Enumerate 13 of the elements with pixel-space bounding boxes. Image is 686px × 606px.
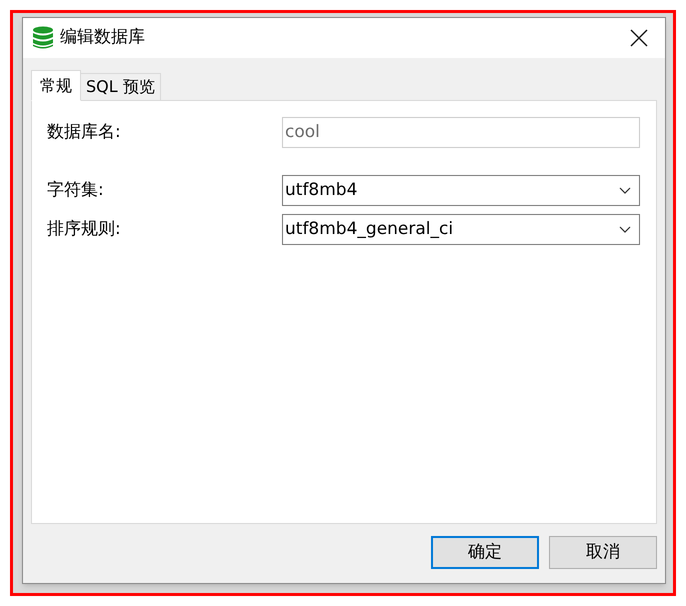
dropdown[interactable]: utf8mb4_general_ci — [282, 214, 640, 245]
dropdown[interactable]: utf8mb4 — [282, 175, 640, 206]
field-label: 排序规则: — [47, 218, 122, 241]
field-label: 数据库名: — [47, 120, 122, 144]
dialog-button[interactable]: 确定 — [431, 536, 539, 569]
chevron-down-icon — [619, 226, 631, 233]
database-icon — [32, 26, 54, 50]
tab[interactable]: SQL 预览 — [81, 73, 161, 101]
field-label: 字符集: — [47, 178, 105, 202]
window-title: 编辑数据库 — [60, 26, 145, 50]
dialog-button[interactable]: 取消 — [549, 536, 657, 569]
tab[interactable]: 常规 — [31, 70, 81, 101]
chevron-down-icon — [619, 187, 631, 194]
